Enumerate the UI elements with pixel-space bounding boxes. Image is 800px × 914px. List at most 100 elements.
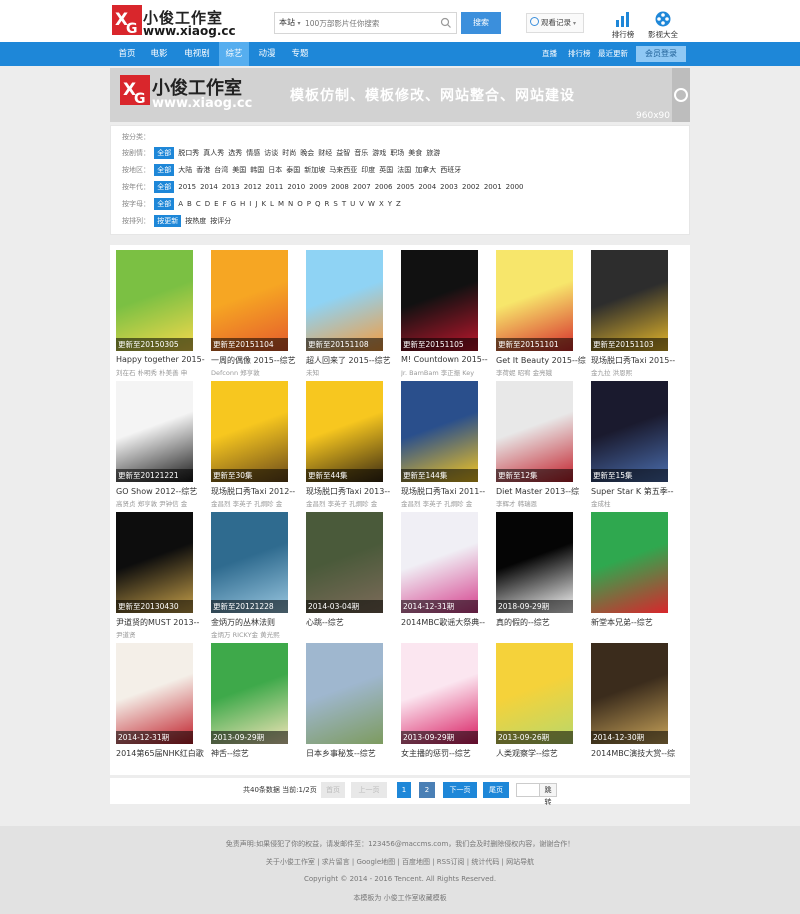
program-title[interactable]: 女主播的惩罚--综艺 <box>401 748 491 759</box>
program-title[interactable]: Diet Master 2013--综 <box>496 486 586 497</box>
filter-option[interactable]: Q <box>315 198 321 210</box>
program-title[interactable]: 2014第65届NHK红白歌 <box>116 748 206 759</box>
site-logo[interactable]: X G 小俊工作室 www.xiaog.cc <box>112 5 236 39</box>
program-title[interactable]: Get It Beauty 2015--综 <box>496 355 586 366</box>
program-card[interactable]: 新堂本兄弟--综艺 <box>585 507 677 637</box>
filter-option[interactable]: J <box>255 198 257 210</box>
program-title[interactable]: GO Show 2012--综艺 <box>116 486 206 497</box>
filter-option[interactable]: 西班牙 <box>440 164 461 176</box>
filter-option[interactable]: 2006 <box>375 181 393 193</box>
filter-option[interactable]: 选秀 <box>228 147 242 159</box>
program-poster[interactable]: 2013-09-29期 <box>401 643 478 744</box>
program-card[interactable]: 更新至20130430 尹道贤的MUST 2013-- 尹道贤 <box>110 507 202 639</box>
filter-option[interactable]: 英国 <box>379 164 393 176</box>
page-jump-input[interactable] <box>516 783 540 797</box>
program-title[interactable]: 新堂本兄弟--综艺 <box>591 617 681 628</box>
program-poster[interactable]: 2018-09-29期 <box>496 512 573 613</box>
program-title[interactable]: 心跳--综艺 <box>306 617 396 628</box>
program-poster[interactable]: 2014-03-04期 <box>306 512 383 613</box>
program-card[interactable]: 更新至20151103 现场脱口秀Taxi 2015-- 金九拉 洪恩熙 <box>585 245 677 377</box>
prev-page-button[interactable]: 上一页 <box>351 782 387 798</box>
program-poster[interactable]: 更新至20151105 <box>401 250 478 351</box>
filter-option[interactable]: 日本 <box>268 164 282 176</box>
program-card[interactable]: 更新至20151105 M! Countdown 2015-- Jr. BamBam… <box>395 245 488 377</box>
search-icon[interactable] <box>440 17 452 29</box>
nav-item-tv[interactable]: 电视剧 <box>180 42 214 66</box>
filter-option[interactable]: A <box>178 198 183 210</box>
ranking-link[interactable]: 排行榜 <box>605 11 641 40</box>
program-card[interactable]: 2014-12-30期 2014MBC演技大赏--综 <box>585 638 677 768</box>
filter-option[interactable]: 2009 <box>309 181 327 193</box>
program-poster[interactable]: 更新至20151108 <box>306 250 383 351</box>
filter-option[interactable]: M <box>278 198 284 210</box>
program-card[interactable]: 2013-09-29期 神舌--综艺 <box>205 638 297 768</box>
program-poster[interactable]: 更新至20121221 <box>116 381 193 482</box>
filter-option[interactable]: 真人秀 <box>203 147 224 159</box>
filter-option[interactable]: O <box>297 198 303 210</box>
program-title[interactable]: 超人回来了 2015--综艺 <box>306 355 396 366</box>
page-1-button[interactable]: 1 <box>397 782 411 798</box>
program-card[interactable]: 2014-12-31期 2014MBC歌谣大祭典-- <box>395 507 487 637</box>
filter-option[interactable]: 财经 <box>318 147 332 159</box>
filter-option[interactable]: 按更新 <box>154 215 182 227</box>
filter-option[interactable]: H <box>240 198 245 210</box>
program-card[interactable]: 2013-09-26期 人类观察学--综艺 <box>490 638 582 768</box>
filter-option[interactable]: G <box>231 198 236 210</box>
page-jump-button[interactable]: 跳 转 <box>539 783 557 806</box>
filter-option[interactable]: E <box>214 198 218 210</box>
program-title[interactable]: 神舌--综艺 <box>211 748 301 759</box>
filter-option[interactable]: 2002 <box>462 181 480 193</box>
nav-live-link[interactable]: 直播 <box>542 42 557 66</box>
filter-option[interactable]: 音乐 <box>354 147 368 159</box>
filter-option[interactable]: T <box>342 198 346 210</box>
program-card[interactable]: 更新至15集 Super Star K 第五季-- 金成柱 <box>585 376 677 508</box>
filter-option[interactable]: 加拿大 <box>415 164 436 176</box>
filter-option[interactable]: 美国 <box>232 164 246 176</box>
ad-banner[interactable]: X G 小俊工作室 www.xiaog.cc 模板仿制、模板修改、网站整合、网站… <box>110 68 690 122</box>
first-page-button[interactable]: 首页 <box>321 782 345 798</box>
filter-option[interactable]: V <box>359 198 364 210</box>
program-title[interactable]: 尹道贤的MUST 2013-- <box>116 617 206 628</box>
filter-option[interactable]: 泰国 <box>286 164 300 176</box>
nav-ranking-link[interactable]: 排行榜 <box>568 42 591 66</box>
filter-option[interactable]: 按评分 <box>210 215 231 227</box>
program-poster[interactable]: 更新至20150305 <box>116 250 193 351</box>
filter-option[interactable]: 旅游 <box>426 147 440 159</box>
filter-option[interactable]: N <box>288 198 293 210</box>
filter-option[interactable]: L <box>270 198 274 210</box>
program-card[interactable]: 更新至20150305 Happy together 2015- 刘在石 朴明秀 朴… <box>110 245 205 377</box>
program-title[interactable]: 金炳万的丛林法则 <box>211 617 301 628</box>
program-poster[interactable] <box>591 512 668 613</box>
filter-option[interactable]: 新加坡 <box>304 164 325 176</box>
filter-option[interactable]: 香港 <box>196 164 210 176</box>
program-title[interactable]: 2014MBC歌谣大祭典-- <box>401 617 491 628</box>
filter-option[interactable]: 2015 <box>178 181 196 193</box>
filter-option[interactable]: P <box>307 198 311 210</box>
filter-option[interactable]: 脱口秀 <box>178 147 199 159</box>
filter-option[interactable]: 印度 <box>361 164 375 176</box>
filter-option[interactable]: 情感 <box>246 147 260 159</box>
program-poster[interactable]: 2014-12-30期 <box>591 643 668 744</box>
program-title[interactable]: 现场脱口秀Taxi 2015-- <box>591 355 681 366</box>
program-poster[interactable]: 更新至20121228 <box>211 512 288 613</box>
program-poster[interactable]: 2014-12-31期 <box>401 512 478 613</box>
filter-option[interactable]: 2001 <box>484 181 502 193</box>
filter-option[interactable]: 2005 <box>397 181 415 193</box>
filter-option[interactable]: 2007 <box>353 181 371 193</box>
program-card[interactable]: 更新至20121221 GO Show 2012--综艺 高贤贞 郑亨敦 尹钟信 金 <box>110 376 202 508</box>
program-card[interactable]: 2014-03-04期 心跳--综艺 <box>300 507 392 637</box>
filter-option[interactable]: 美食 <box>408 147 422 159</box>
filter-option[interactable]: 2013 <box>222 181 240 193</box>
filter-option[interactable]: I <box>249 198 251 210</box>
program-title[interactable]: 日本乡事秘笈--综艺 <box>306 748 396 759</box>
filter-option[interactable]: 台湾 <box>214 164 228 176</box>
program-card[interactable]: 更新至20151108 超人回来了 2015--综艺 未知 <box>300 245 392 377</box>
nav-item-movies[interactable]: 电影 <box>144 42 174 66</box>
filter-option[interactable]: 大陆 <box>178 164 192 176</box>
search-button[interactable]: 搜索 <box>461 12 501 34</box>
nav-recent-link[interactable]: 最近更新 <box>598 42 628 66</box>
filter-option[interactable]: 韩国 <box>250 164 264 176</box>
filter-option[interactable]: R <box>325 198 330 210</box>
program-title[interactable]: M! Countdown 2015-- <box>401 355 491 364</box>
program-poster[interactable]: 更新至144集 <box>401 381 478 482</box>
